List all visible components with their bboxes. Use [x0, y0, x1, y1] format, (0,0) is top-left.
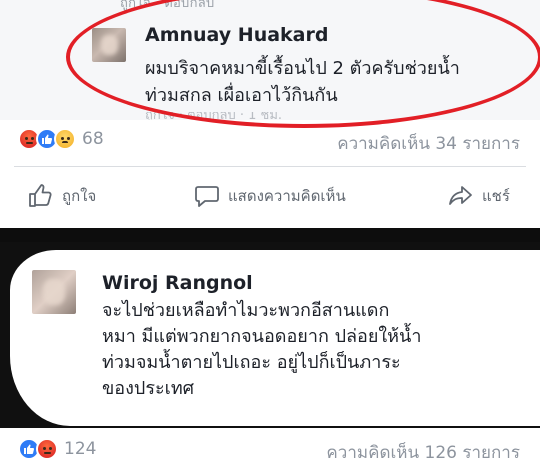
like-label: ถูกใจ	[62, 187, 97, 205]
sad-reaction-icon	[54, 128, 76, 150]
comment-line: ท่วมจมน้ำตายไปเถอะ อยู่ไปก็เป็นภาระ	[102, 352, 401, 374]
reaction-count: 68	[82, 129, 104, 149]
comment-author[interactable]: Wiroj Rangnol	[102, 272, 253, 294]
divider	[14, 166, 526, 167]
comment-bubble-icon	[195, 186, 219, 207]
thumbs-up-icon	[29, 184, 52, 207]
comment-line: จะไปช่วยเหลือทำไมวะพวกอีสานแดก	[102, 300, 390, 321]
reaction-count: 124	[64, 439, 97, 459]
image-separator	[0, 228, 540, 242]
reaction-summary[interactable]: 124	[18, 438, 96, 460]
like-button[interactable]: ถูกใจ	[28, 184, 96, 208]
comment-line: หมา มีแต่พวกยากจนอดอยาก ปล่อยให้น้ำ	[102, 326, 422, 348]
comments-count-link[interactable]: ความคิดเห็น 34 รายการ	[337, 130, 520, 157]
comments-count-link[interactable]: ความคิดเห็น 126 รายการ	[326, 439, 520, 466]
bottom-post: Wiroj Rangnol จะไปช่วยเหลือทำไมวะพวกอีสา…	[0, 242, 540, 474]
avatar[interactable]	[32, 270, 76, 314]
reaction-summary[interactable]: 68	[18, 128, 104, 150]
angry-reaction-icon	[36, 438, 58, 460]
top-post: ถูกใจ · ตอบกลับ Amnuay Huakard ผมบริจาคห…	[0, 0, 540, 230]
share-arrow-icon	[449, 186, 472, 205]
comment-button[interactable]: แสดงความคิดเห็น	[194, 184, 346, 208]
comment-text: จะไปช่วยเหลือทำไมวะพวกอีสานแดก หมา มีแต่…	[102, 298, 522, 402]
comment-label: แสดงความคิดเห็น	[228, 187, 346, 205]
share-button[interactable]: แชร์	[448, 184, 510, 208]
share-label: แชร์	[482, 187, 510, 205]
comment-line: ของประเทศ	[102, 378, 195, 400]
